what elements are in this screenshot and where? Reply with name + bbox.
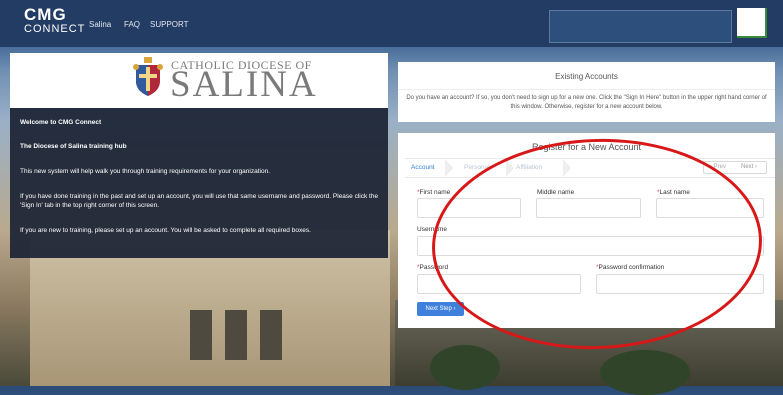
password-field[interactable]	[417, 274, 581, 294]
diocese-header: CATHOLIC DIOCESE OF SALINA	[10, 53, 388, 108]
username-label: Username	[417, 226, 447, 233]
next-button[interactable]: Next ›	[741, 164, 757, 170]
diocese-name: SALINA	[170, 64, 318, 105]
password-confirmation-label: *Password confirmation	[596, 264, 665, 271]
sign-in-area[interactable]	[549, 10, 732, 43]
nav-link-faq[interactable]: FAQ	[124, 20, 140, 29]
diocese-crest-icon	[133, 57, 163, 96]
sign-in-button[interactable]	[737, 8, 767, 38]
welcome-paragraph-3: If you are new to training, please set u…	[20, 227, 311, 234]
password-label: *Password	[417, 264, 449, 271]
prev-button[interactable]: ‹ Prev	[710, 164, 726, 170]
nav-link-support[interactable]: SUPPORT	[150, 20, 189, 29]
middle-name-field[interactable]	[536, 198, 641, 218]
welcome-panel: CATHOLIC DIOCESE OF SALINA Welcome to CM…	[10, 53, 388, 258]
logo-text-connect: CONNECT	[24, 23, 86, 35]
chevron-right-icon	[506, 159, 514, 177]
existing-accounts-card: Existing Accounts Do you have an account…	[398, 62, 775, 122]
password-confirmation-field[interactable]	[596, 274, 764, 294]
step-account[interactable]: Account	[411, 164, 435, 171]
step-personal[interactable]: Personal	[464, 164, 490, 171]
background-tree	[600, 350, 690, 395]
next-step-button[interactable]: Next Step ›	[417, 302, 464, 316]
welcome-title: Welcome to CMG Connect	[20, 119, 102, 126]
cmg-connect-logo[interactable]: CMG CONNECT	[24, 6, 85, 35]
top-navigation-bar: CMG CONNECT Salina FAQ SUPPORT	[0, 0, 783, 47]
first-name-field[interactable]	[417, 198, 521, 218]
username-field[interactable]	[417, 236, 764, 256]
first-name-label: *First name	[417, 189, 451, 196]
background-tree	[430, 345, 500, 390]
welcome-paragraph-1: This new system will help walk you throu…	[20, 168, 271, 175]
welcome-hub: The Diocese of Salina training hub	[20, 143, 127, 150]
chevron-right-icon	[563, 159, 571, 177]
nav-link-salina[interactable]: Salina	[89, 20, 111, 29]
existing-accounts-title: Existing Accounts	[555, 72, 618, 81]
last-name-field[interactable]	[656, 198, 764, 218]
welcome-paragraph-2: If you have done training in the past an…	[20, 193, 379, 210]
step-affiliation[interactable]: Affiliation	[516, 164, 542, 171]
existing-accounts-text: Do you have an account? If so, you don't…	[406, 95, 767, 110]
last-name-label: *Last name	[657, 189, 690, 196]
logo-text-cmg: CMG	[24, 5, 67, 24]
background-window	[225, 310, 247, 360]
background-window	[260, 310, 282, 360]
middle-name-label: Middle name	[537, 189, 575, 196]
register-title: Register for a New Account	[531, 142, 642, 152]
step-pager: ‹ Prev Next ›	[703, 161, 767, 174]
background-window	[190, 310, 212, 360]
chevron-right-icon	[445, 159, 453, 177]
